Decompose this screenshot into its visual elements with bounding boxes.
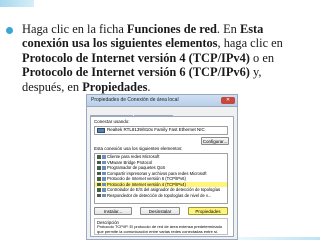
- list-item[interactable]: Respondedor de detección de topologías d…: [95, 193, 227, 199]
- checkbox[interactable]: [97, 155, 101, 159]
- uninstall-button[interactable]: Desinstalar: [140, 207, 180, 215]
- bullet-item: Haga clic en la ficha Funciones de red. …: [6, 22, 306, 94]
- list-item-label: Compartir impresoras y archivos para red…: [107, 170, 207, 176]
- component-icon: [102, 155, 106, 159]
- bullet-icon: [6, 27, 13, 34]
- configure-button[interactable]: Configurar...: [201, 137, 229, 145]
- list-item-label: Respondedor de detección de topologías d…: [107, 192, 212, 198]
- adapter-name: Realtek RTL8139/810x Family Fast Etherne…: [107, 127, 205, 132]
- text-segment: Haga clic en la ficha: [22, 22, 127, 36]
- dialog-title: Propiedades de Conexión de área local: [91, 97, 179, 103]
- component-icon: [102, 193, 106, 197]
- close-button[interactable]: ✕: [221, 97, 235, 104]
- component-icon: [102, 177, 106, 181]
- checkbox[interactable]: [97, 182, 101, 186]
- checkbox[interactable]: [97, 177, 101, 181]
- instruction-text: Haga clic en la ficha Funciones de red. …: [22, 22, 306, 94]
- description-text: Protocolo TCP/IP. El protocolo de red de…: [97, 224, 223, 234]
- text-segment-bold: Funciones de red: [126, 22, 217, 36]
- dialog-titlebar: Propiedades de Conexión de área local ✕: [87, 95, 237, 107]
- list-item-label: Protocolo de Internet versión 4 (TCP/IPv…: [107, 181, 186, 187]
- component-icon: [102, 160, 106, 164]
- dialog-tabs: Funciones de redUso compartido: [90, 108, 174, 123]
- text-segment: .: [147, 79, 151, 94]
- connect-using-label: Conectar usando:: [94, 119, 130, 124]
- list-item-label: VMware Bridge Protocol: [107, 159, 153, 165]
- list-item-label: Programador de paquetes QoS: [107, 165, 166, 170]
- elements-label: Esta conexión usa los siguientes element…: [94, 146, 183, 151]
- text-segment: . En: [216, 22, 240, 36]
- install-button[interactable]: Instalar...: [94, 207, 132, 215]
- component-icon: [102, 182, 106, 186]
- elements-list: Cliente para redes Microsoft VMware Brid…: [94, 153, 228, 204]
- checkbox[interactable]: [97, 160, 101, 164]
- text-segment-bold: Protocolo de Internet versión 4 (TCP/IPv…: [22, 50, 250, 65]
- text-segment: o en: [249, 50, 275, 65]
- checkbox[interactable]: [97, 193, 101, 197]
- description-group: Descripción Protocolo TCP/IP. El protoco…: [94, 218, 228, 235]
- list-item-label: Cliente para redes Microsoft: [107, 154, 160, 159]
- adapter-field: Realtek RTL8139/810x Family Fast Etherne…: [94, 126, 228, 135]
- text-segment-bold: Protocolo de Internet versión 6 (TCP/IPv…: [22, 65, 250, 80]
- text-segment-bold: Propiedades: [82, 79, 148, 94]
- component-icon: [102, 166, 106, 170]
- properties-dialog-screenshot: Propiedades de Conexión de área local ✕ …: [86, 94, 238, 240]
- list-item-label: Controlador de E/S del asignador de dete…: [107, 187, 221, 192]
- component-icon: [102, 188, 106, 192]
- network-card-icon: [97, 128, 105, 133]
- checkbox[interactable]: [97, 171, 101, 175]
- text-segment: , haga clic en: [217, 36, 283, 51]
- component-icon: [102, 171, 106, 175]
- checkbox[interactable]: [97, 188, 101, 192]
- corner-decoration-top-left: [0, 0, 34, 7]
- slide: Haga clic en la ficha Funciones de red. …: [0, 0, 320, 240]
- list-item-label: Protocolo de Internet versión 6 (TCP/IPv…: [107, 176, 186, 181]
- tab-panel: Conectar usando: Realtek RTL8139/810x Fa…: [90, 116, 234, 237]
- checkbox[interactable]: [97, 166, 101, 170]
- properties-button[interactable]: Propiedades: [188, 207, 228, 215]
